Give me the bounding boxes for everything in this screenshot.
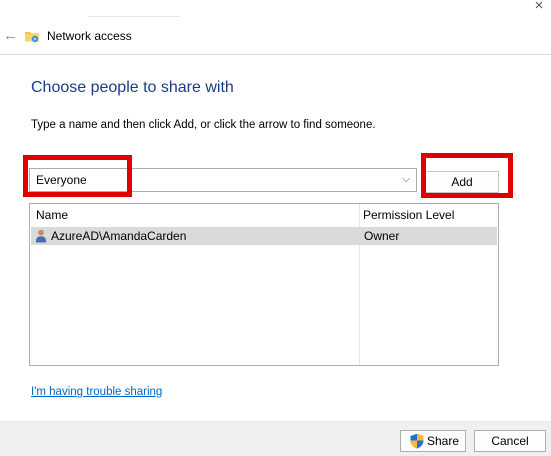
share-button[interactable]: Share xyxy=(400,430,466,452)
close-icon: × xyxy=(534,0,544,14)
sharing-list[interactable]: Name Permission Level AzureAD\AmandaCard… xyxy=(29,203,499,366)
highlight-annotation-add xyxy=(421,153,513,198)
back-arrow-icon[interactable]: ← xyxy=(3,25,18,47)
title-bar: ← Network access xyxy=(0,22,551,52)
network-folder-icon xyxy=(25,32,39,43)
title-divider xyxy=(0,54,551,55)
chevron-down-icon[interactable]: ⌵ xyxy=(402,171,410,189)
page-title: Choose people to share with xyxy=(31,79,234,96)
top-strip xyxy=(88,16,180,17)
window-title: Network access xyxy=(47,29,132,43)
uac-shield-icon xyxy=(410,433,424,449)
network-access-dialog: × ← Network access Choose people to shar… xyxy=(0,0,551,456)
cancel-button[interactable]: Cancel xyxy=(474,430,546,452)
trouble-sharing-link[interactable]: I'm having trouble sharing xyxy=(31,384,162,400)
column-header-permission[interactable]: Permission Level xyxy=(363,207,454,223)
permission-cell[interactable]: Owner xyxy=(364,228,399,244)
user-name-cell: AzureAD\AmandaCarden xyxy=(51,229,187,243)
column-header-name[interactable]: Name xyxy=(36,207,68,223)
user-icon xyxy=(35,229,47,243)
instruction-text: Type a name and then click Add, or click… xyxy=(31,119,376,131)
table-row[interactable]: AzureAD\AmandaCarden Owner xyxy=(31,227,497,245)
close-button[interactable]: × xyxy=(527,0,551,18)
highlight-annotation-name xyxy=(23,155,132,197)
share-label: Share xyxy=(427,434,460,448)
dialog-footer: Share Cancel xyxy=(0,421,551,456)
